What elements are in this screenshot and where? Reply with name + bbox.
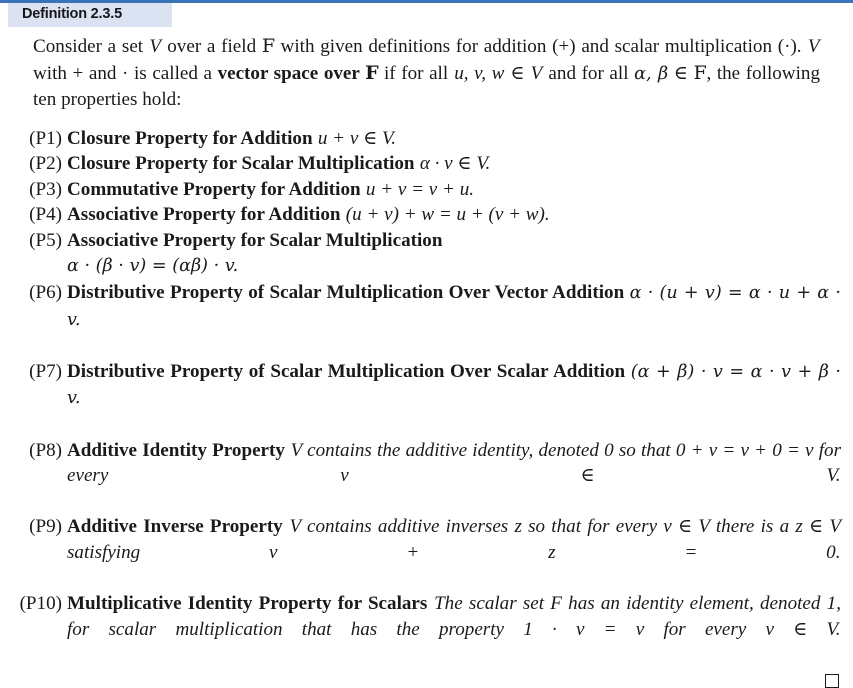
property-label-p3: (P3) (29, 178, 62, 200)
property-label-p7: (P7) (29, 360, 62, 382)
variable-V-1: V (149, 36, 162, 57)
intro-text-4: (·). (777, 36, 808, 57)
property-item-p9: (P9) Additive Inverse Property V contain… (10, 514, 841, 591)
property-name-p9: Additive Inverse Property (67, 516, 283, 538)
property-label-p1: (P1) (29, 127, 62, 149)
property-name-p4: Associative Property for Addition (67, 204, 341, 226)
property-body-p5: Associative Property for Scalar Multipli… (67, 228, 841, 280)
property-name-p2: Closure Property for Scalar Multiplicati… (67, 153, 415, 175)
property-item-p1: (P1) Closure Property for Addition u + v… (10, 126, 841, 152)
definition-body: Consider a set V over a field F with giv… (0, 33, 853, 688)
property-math-p3: u + v = v + u. (365, 178, 475, 200)
property-body-p9: Additive Inverse Property V contains add… (67, 514, 841, 591)
property-label-p6: (P6) (29, 282, 62, 304)
vector-space-term: vector space over (217, 62, 366, 84)
property-label-p8: (P8) (29, 439, 62, 461)
variable-V-3: V (530, 62, 543, 84)
scalars-alpha-beta: α, β (634, 63, 669, 84)
variables-uvw: u, v, w (454, 62, 505, 84)
intro-text-7: ∈ (504, 62, 531, 84)
property-name-p3: Commutative Property for Addition (67, 178, 361, 200)
property-body-p8: Additive Identity Property V contains th… (67, 438, 841, 515)
intro-text-10: , the (706, 62, 741, 84)
intro-text-9: ∈ (668, 62, 694, 84)
property-item-p2: (P2) Closure Property for Scalar Multipl… (10, 151, 841, 177)
property-body-p3: Commutative Property for Addition u + v … (67, 177, 841, 203)
property-body-p2: Closure Property for Scalar Multiplicati… (67, 151, 841, 177)
property-item-p6: (P6) Distributive Property of Scalar Mul… (10, 280, 841, 359)
property-item-p10: (P10) Multiplicative Identity Property f… (10, 591, 841, 688)
property-label-p5: (P5) (29, 229, 62, 251)
intro-text-8: and for all (542, 62, 635, 84)
property-item-p8: (P8) Additive Identity Property V contai… (10, 438, 841, 515)
property-math-p1: u + v ∈ V. (317, 127, 396, 149)
vector-space-properties-list: (P1) Closure Property for Addition u + v… (10, 126, 841, 688)
property-item-p5: (P5) Associative Property for Scalar Mul… (10, 228, 841, 280)
property-name-p8: Additive Identity Property (67, 439, 285, 461)
property-label-p4: (P4) (29, 204, 62, 226)
intro-text-6: if for all (378, 62, 454, 84)
property-math-p2: α · v ∈ V. (419, 153, 491, 175)
property-name-p1: Closure Property for Addition (67, 127, 313, 149)
property-item-p7: (P7) Distributive Property of Scalar Mul… (10, 359, 841, 438)
property-body-p4: Associative Property for Addition (u + v… (67, 202, 841, 228)
property-math-p5: α · (β · v) = (αβ) · v. (67, 256, 239, 277)
property-name-p5: Associative Property for Scalar Multipli… (67, 229, 443, 251)
intro-text-5: with + and · is called a (33, 62, 218, 84)
property-name-p6: Distributive Property of Scalar Multipli… (67, 282, 625, 304)
property-body-p7: Distributive Property of Scalar Multipli… (67, 359, 841, 438)
property-math-p4: (u + v) + w = u + (v + w). (345, 204, 550, 226)
intro-text-2: over a field (161, 36, 262, 57)
definition-title: Definition 2.3.5 (22, 6, 122, 22)
intro-text-1: Consider a set (33, 36, 149, 57)
field-symbol-1: F (261, 34, 275, 57)
definition-intro-paragraph: Consider a set V over a field F with giv… (33, 33, 820, 113)
field-symbol-2: F (365, 60, 379, 84)
property-body-p6: Distributive Property of Scalar Multipli… (67, 280, 841, 359)
end-of-proof-square-icon (825, 673, 839, 688)
variable-V-2: V (807, 36, 820, 57)
property-item-p3: (P3) Commutative Property for Addition u… (10, 177, 841, 203)
field-symbol-3: F (693, 60, 707, 84)
property-label-p9: (P9) (29, 516, 62, 538)
property-body-p10: Multiplicative Identity Property for Sca… (67, 591, 841, 668)
property-label-p10: (P10) (19, 593, 62, 615)
intro-text-3: with given definitions for addition (+) … (274, 36, 772, 57)
property-label-p2: (P2) (29, 153, 62, 175)
property-body-p1: Closure Property for Addition u + v ∈ V. (67, 126, 841, 152)
property-name-p7: Distributive Property of Scalar Multipli… (67, 360, 626, 382)
property-item-p4: (P4) Associative Property for Addition (… (10, 202, 841, 228)
definition-header-tab: Definition 2.3.5 (8, 3, 172, 27)
property-name-p10: Multiplicative Identity Property for Sca… (67, 593, 428, 615)
